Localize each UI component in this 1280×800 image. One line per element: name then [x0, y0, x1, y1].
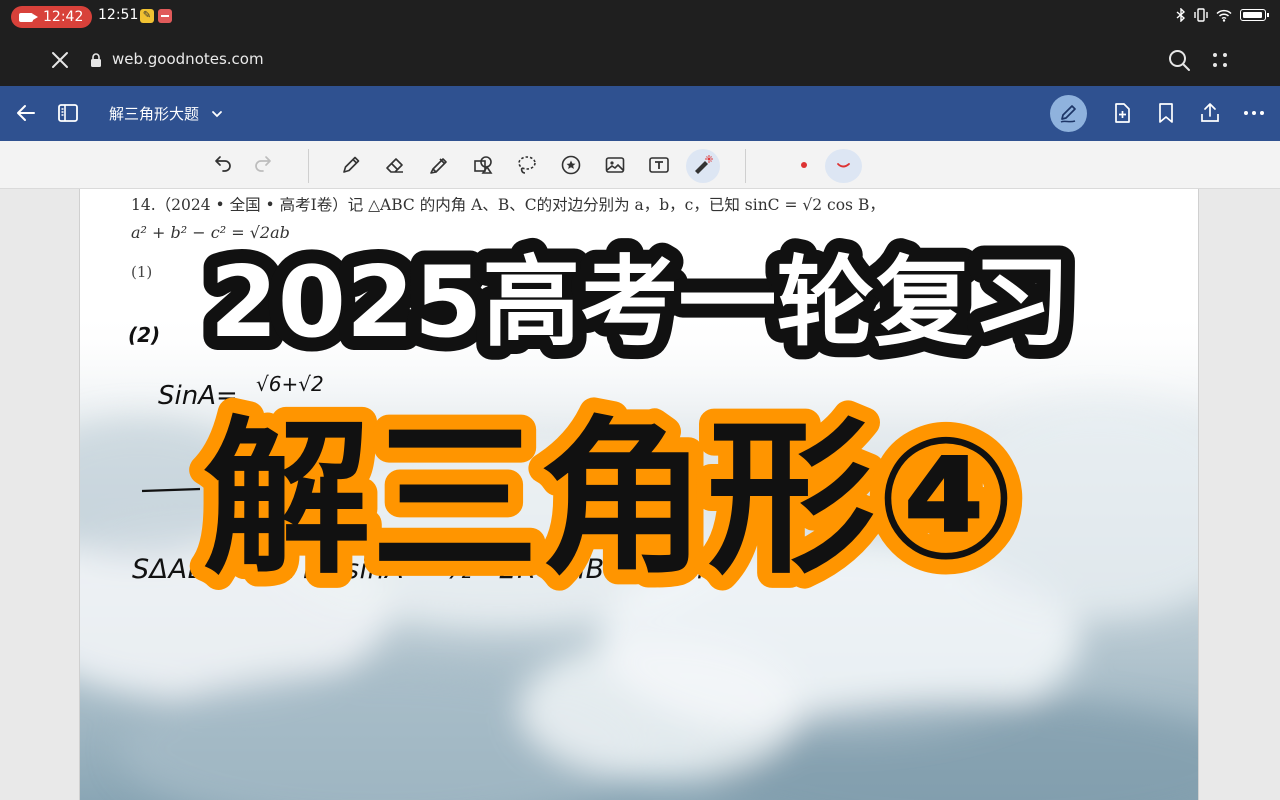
pen-edit-icon: [1060, 105, 1076, 123]
more-options-icon[interactable]: [1208, 47, 1232, 73]
shapes-tool-icon[interactable]: [471, 153, 495, 177]
handwriting-part-2: (2): [128, 323, 161, 347]
share-icon[interactable]: [1198, 101, 1222, 125]
drawing-toolbar: [0, 141, 1280, 189]
main-title-banner: 解三角形④ 解三角形④: [188, 392, 1032, 592]
app-header: 解三角形大题: [0, 86, 1280, 141]
problem-statement: 14.（2024 • 全国 • 高考Ⅰ卷）记 △ABC 的内角 A、B、C的对边…: [131, 196, 885, 214]
back-arrow-icon[interactable]: [14, 101, 38, 125]
laser-pointer-tool-icon[interactable]: [691, 153, 715, 177]
bookmark-icon[interactable]: [1154, 101, 1178, 125]
camera-icon: [19, 12, 38, 22]
recording-time: 12:42: [43, 9, 84, 25]
headline-text: 2025高考一轮复习: [210, 246, 1071, 360]
add-page-icon[interactable]: [1110, 101, 1134, 125]
bluetooth-icon: [1176, 8, 1186, 22]
main-title-text: 解三角形④: [203, 401, 1017, 592]
toolbar-divider: [745, 149, 746, 183]
status-clock: 12:51: [98, 7, 139, 23]
more-horizontal-icon[interactable]: [1242, 101, 1266, 125]
notes-notification-icon: ✎: [140, 9, 154, 23]
system-icons: [1176, 8, 1269, 22]
vibrate-icon: [1194, 8, 1208, 22]
eraser-tool-icon[interactable]: [383, 153, 407, 177]
lock-icon: [91, 53, 101, 67]
text-tool-icon[interactable]: [647, 153, 671, 177]
wifi-icon: [1216, 9, 1232, 22]
laser-color-red[interactable]: [801, 162, 807, 168]
elements-sticker-icon[interactable]: [559, 153, 583, 177]
laser-trail-icon: [837, 163, 850, 168]
url-text[interactable]: web.goodnotes.com: [112, 50, 264, 68]
undo-icon[interactable]: [211, 153, 235, 177]
toolbar-divider: [308, 149, 309, 183]
problem-part-1: (1): [131, 263, 153, 281]
search-icon[interactable]: [1166, 47, 1192, 73]
edit-mode-button[interactable]: [1050, 95, 1087, 132]
close-icon[interactable]: [48, 48, 72, 72]
redo-icon[interactable]: [251, 153, 275, 177]
laser-style-button[interactable]: [825, 149, 862, 183]
sidebar-toggle-icon[interactable]: [56, 101, 80, 125]
lasso-tool-icon[interactable]: [515, 153, 539, 177]
chevron-down-icon[interactable]: [210, 107, 224, 121]
app-notification-icon: [158, 9, 172, 23]
highlighter-tool-icon[interactable]: [427, 153, 451, 177]
image-tool-icon[interactable]: [603, 153, 627, 177]
browser-bar: web.goodnotes.com: [0, 34, 1280, 86]
headline-banner: 2025高考一轮复习 2025高考一轮复习: [196, 236, 1085, 364]
status-bar: 12:42 12:51 ✎: [0, 0, 1280, 34]
pen-tool-icon[interactable]: [339, 153, 363, 177]
screen-recording-indicator[interactable]: 12:42: [11, 6, 92, 28]
document-title[interactable]: 解三角形大题: [109, 103, 199, 124]
battery-icon: [1240, 9, 1269, 21]
